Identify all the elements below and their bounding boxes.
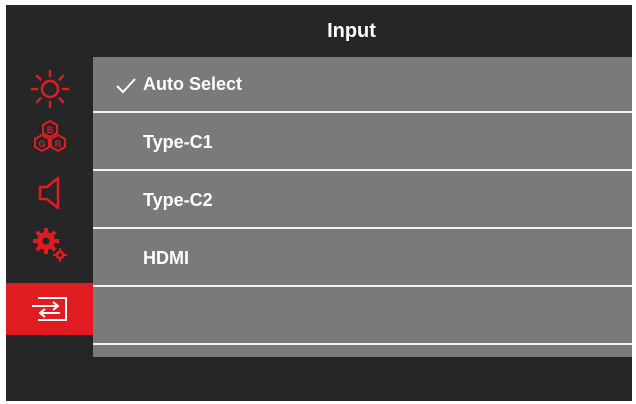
sidebar: B G R <box>6 63 93 338</box>
sidebar-item-audio[interactable] <box>6 167 93 219</box>
color-letter-g: G <box>38 139 45 149</box>
menu-item-label: Auto Select <box>143 73 243 94</box>
bottom-bar <box>6 357 632 401</box>
menu-item-hdmi[interactable]: HDMI <box>93 231 632 287</box>
settings-gears-icon <box>32 228 67 262</box>
sidebar-item-color[interactable]: B G R <box>6 115 93 167</box>
menu-title: Input <box>327 19 376 42</box>
color-letter-r: R <box>54 139 61 149</box>
menu-item-label: Type-C1 <box>143 131 213 152</box>
menu-item-label: Type-C2 <box>143 189 213 210</box>
sidebar-item-settings[interactable] <box>6 219 93 271</box>
osd-window: Input B G R Auto Select Type-C1 Type-C2 … <box>6 5 632 401</box>
input-source-icon <box>31 297 67 321</box>
checkmark-icon <box>116 78 136 94</box>
color-letter-b: B <box>46 125 53 135</box>
sidebar-item-input[interactable] <box>6 283 93 335</box>
color-rgb-icon: B G R <box>33 119 66 153</box>
input-options-panel: Auto Select Type-C1 Type-C2 HDMI <box>93 57 632 357</box>
sidebar-item-brightness[interactable] <box>6 63 93 115</box>
menu-item-type-c2[interactable]: Type-C2 <box>93 173 632 229</box>
menu-item-label: HDMI <box>143 247 189 268</box>
brightness-icon <box>30 69 69 109</box>
menu-item-auto-select[interactable]: Auto Select <box>93 57 632 113</box>
speaker-icon <box>38 176 59 210</box>
menu-item-empty <box>93 289 632 345</box>
menu-item-type-c1[interactable]: Type-C1 <box>93 115 632 171</box>
